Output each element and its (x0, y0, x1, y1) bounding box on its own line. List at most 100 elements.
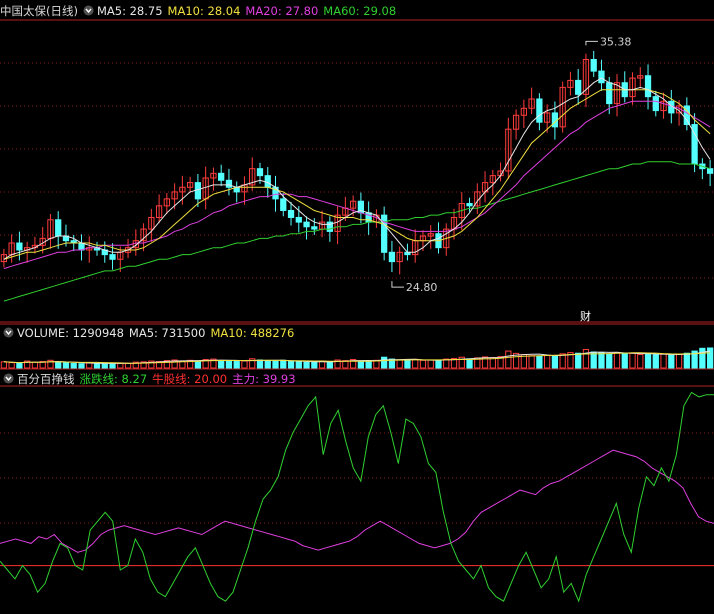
volume-bar (101, 363, 108, 369)
candle[interactable] (148, 208, 155, 242)
volume-bar (16, 362, 23, 369)
candle[interactable] (365, 201, 372, 235)
candle-body (280, 198, 287, 211)
candle[interactable] (644, 64, 652, 110)
candle[interactable] (559, 81, 566, 133)
volume-bar (606, 353, 613, 369)
volume-bar (311, 361, 318, 369)
candle[interactable] (334, 206, 341, 245)
indicator-panel[interactable] (0, 391, 714, 603)
candle[interactable] (47, 213, 54, 249)
volume-ma5: MA5: 731500 (128, 326, 206, 340)
volume-bar (287, 361, 295, 369)
volume-bar (675, 353, 683, 369)
candle[interactable] (155, 194, 163, 224)
volume-bar (264, 360, 271, 369)
candle[interactable] (520, 99, 527, 129)
candle[interactable] (78, 234, 85, 261)
candle[interactable] (613, 74, 621, 117)
candle[interactable] (481, 171, 489, 203)
niugu-legend: 牛股线: 20.00 (152, 372, 228, 386)
chevron-down-icon[interactable] (3, 327, 14, 338)
candle-body (706, 168, 714, 174)
volume-bar (8, 362, 15, 369)
candle[interactable] (598, 59, 605, 91)
candle[interactable] (101, 241, 108, 263)
financial-report-marker[interactable]: 财 (580, 309, 591, 323)
candle[interactable] (233, 181, 240, 203)
candle[interactable] (8, 234, 15, 263)
volume-legend: VOLUME: 1290948 MA5: 731500 MA10: 488276 (0, 325, 299, 341)
candle[interactable] (412, 229, 419, 263)
candle[interactable] (249, 157, 256, 191)
candle-body (575, 79, 582, 95)
volume-bar (62, 362, 70, 369)
candle[interactable] (55, 211, 62, 249)
candle[interactable] (427, 225, 434, 249)
candle[interactable] (86, 236, 93, 263)
candle[interactable] (93, 241, 101, 256)
volume-bar (544, 354, 551, 369)
candle[interactable] (443, 223, 450, 256)
zhuli-line (0, 449, 714, 553)
candle[interactable] (512, 109, 520, 140)
volume-bar (427, 359, 434, 369)
zhuli-legend: 主力: 39.93 (232, 372, 296, 386)
volume-bar (117, 363, 124, 369)
stock-chart[interactable]: 35.38 24.80 财 (0, 0, 714, 614)
candle-body (652, 96, 659, 112)
chevron-down-icon[interactable] (3, 373, 14, 384)
volume-bar (303, 361, 310, 369)
candle[interactable] (187, 176, 194, 194)
volume-bar (621, 353, 628, 369)
price-panel[interactable] (0, 40, 714, 302)
candle[interactable] (528, 87, 535, 115)
candle[interactable] (544, 104, 551, 133)
candle[interactable] (575, 69, 582, 105)
volume-bar (93, 362, 101, 369)
candle-body (590, 58, 597, 72)
candle-body (295, 216, 302, 223)
candle[interactable] (637, 67, 644, 89)
candle[interactable] (218, 164, 225, 187)
candle-body (303, 221, 310, 228)
candle-body (256, 168, 264, 177)
candle[interactable] (629, 72, 636, 105)
candle-body (109, 254, 116, 260)
volume-panel[interactable] (0, 347, 714, 369)
candle[interactable] (303, 216, 310, 240)
volume-bar (396, 359, 403, 369)
candle[interactable] (31, 236, 39, 254)
ma20-legend: MA20: 27.80 (245, 4, 319, 18)
volume-bar (652, 354, 659, 369)
candle[interactable] (536, 93, 543, 131)
candle[interactable] (357, 192, 365, 224)
volume-bar (218, 360, 225, 369)
chart-annotations: 35.38 24.80 财 (406, 35, 632, 323)
candle[interactable] (706, 160, 714, 187)
ma10-line (3, 89, 711, 260)
ma5-line (3, 77, 711, 260)
candle[interactable] (210, 167, 217, 191)
candle[interactable] (699, 158, 706, 180)
volume-bar (644, 353, 652, 369)
candle[interactable] (396, 246, 403, 275)
candle[interactable] (225, 168, 233, 196)
price-legend: 中国太保(日线) MA5: 28.75 MA10: 28.04 MA20: 27.80… (0, 3, 401, 19)
zhangdie-legend: 涨跌线: 8.27 (79, 372, 148, 386)
candle[interactable] (388, 240, 396, 273)
candle-body (466, 203, 473, 207)
volume-bar (124, 362, 132, 369)
volume-bar (78, 363, 85, 369)
candle[interactable] (590, 50, 597, 77)
candle[interactable] (660, 92, 667, 119)
candle[interactable] (621, 71, 628, 103)
candle[interactable] (567, 71, 574, 96)
chevron-down-icon[interactable] (83, 5, 94, 16)
candle[interactable] (381, 206, 388, 261)
candle-body (388, 251, 396, 263)
candle[interactable] (505, 117, 512, 180)
volume-bar (629, 352, 636, 369)
stock-name[interactable]: 中国太保(日线) (0, 4, 78, 18)
candle[interactable] (16, 231, 23, 261)
